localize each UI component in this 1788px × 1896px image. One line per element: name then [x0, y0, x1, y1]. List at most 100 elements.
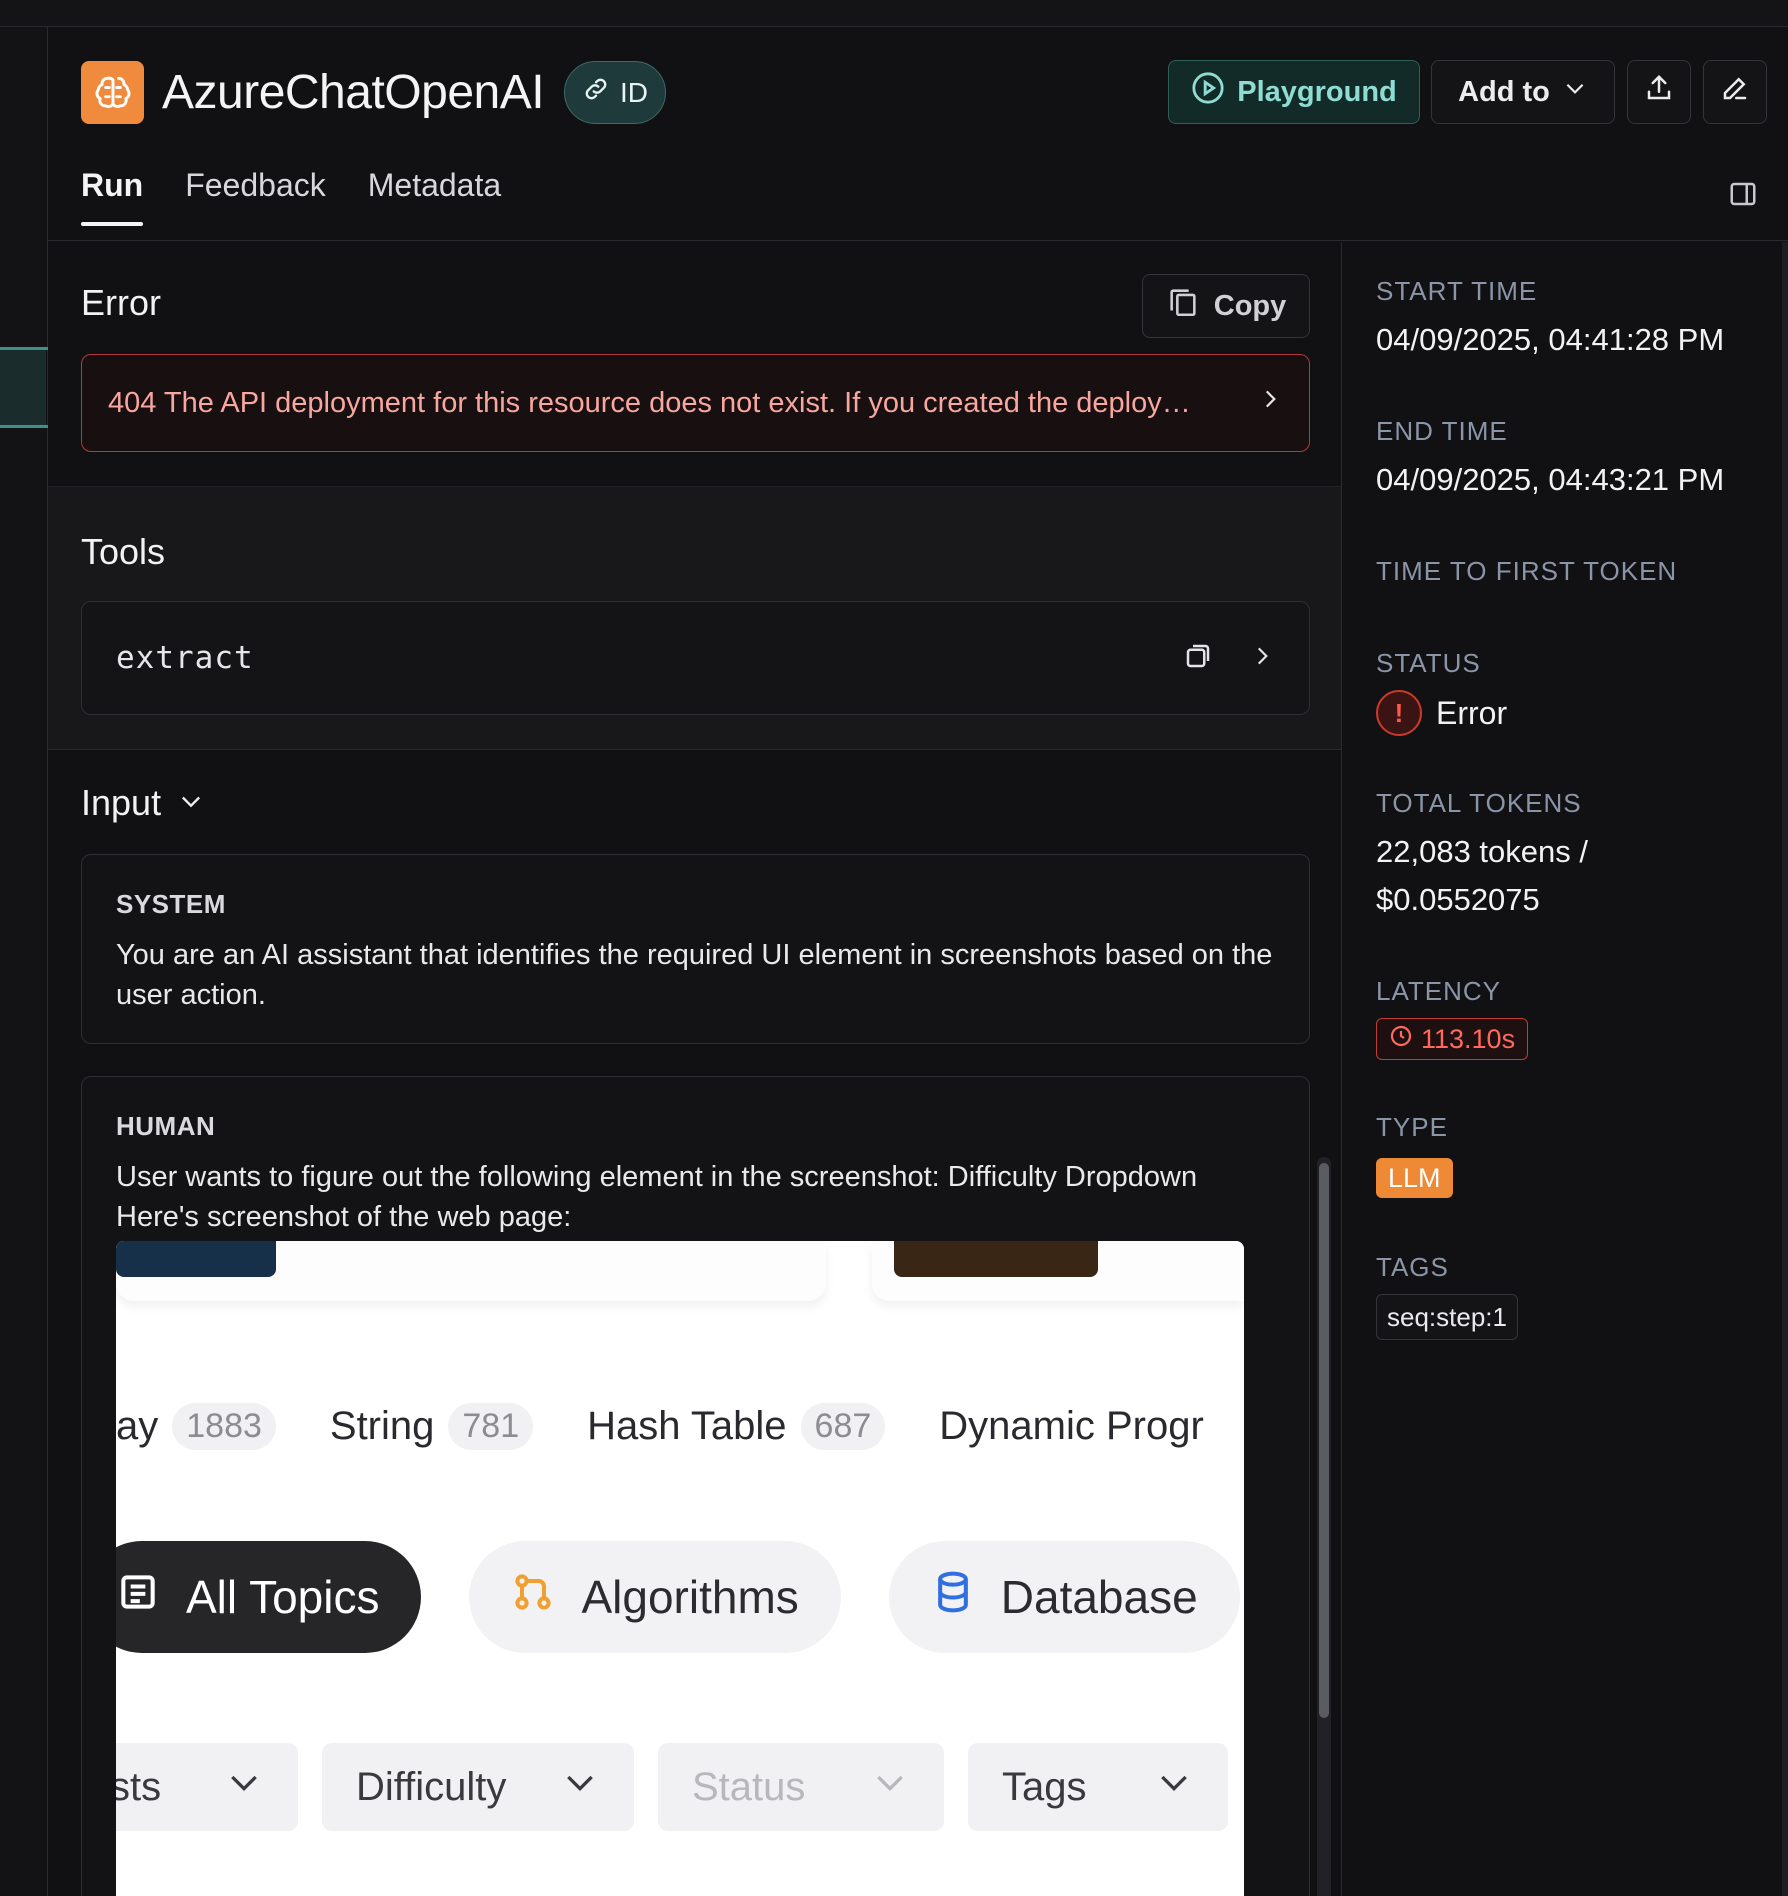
- list-icon: [116, 1570, 160, 1625]
- playground-button[interactable]: Playground: [1168, 60, 1420, 124]
- status-label: STATUS: [1376, 648, 1481, 678]
- sidebar-selected-item[interactable]: [0, 350, 46, 425]
- category-pill: Algorithms: [469, 1541, 841, 1653]
- tab-feedback[interactable]: Feedback: [185, 167, 326, 224]
- latency-badge: 113.10s: [1376, 1018, 1529, 1060]
- tags-label: TAGS: [1376, 1252, 1449, 1282]
- tab-metadata[interactable]: Metadata: [368, 167, 501, 224]
- human-message-text: User wants to figure out the following e…: [116, 1157, 1275, 1237]
- filter-label: Status: [692, 1764, 806, 1809]
- filter-label: Difficulty: [356, 1764, 507, 1809]
- category-pill-label: Algorithms: [581, 1571, 799, 1623]
- filter-dropdown: Tags: [968, 1743, 1228, 1831]
- sidebar-selected-top-border: [0, 347, 48, 350]
- tool-item[interactable]: extract: [81, 601, 1310, 715]
- type-badge: LLM: [1376, 1158, 1453, 1198]
- playground-label: Playground: [1237, 75, 1397, 108]
- error-message-box[interactable]: 404 The API deployment for this resource…: [81, 354, 1310, 452]
- panel-scrollbar[interactable]: [1782, 242, 1788, 1896]
- add-to-button[interactable]: Add to: [1431, 60, 1615, 124]
- tab-run[interactable]: Run: [81, 167, 144, 226]
- topic-tag: Hash Table 687: [587, 1402, 886, 1450]
- total-tokens-label: TOTAL TOKENS: [1376, 788, 1582, 818]
- filter-dropdown: sts: [116, 1743, 298, 1831]
- chevron-down-icon: [560, 1762, 600, 1812]
- chevron-right-icon[interactable]: [1249, 643, 1275, 674]
- filter-label: sts: [116, 1764, 162, 1809]
- copy-label: Copy: [1213, 289, 1287, 322]
- link-icon: [582, 75, 610, 110]
- human-role-label: HUMAN: [116, 1111, 216, 1141]
- add-to-label: Add to: [1458, 75, 1550, 108]
- copy-icon: [1166, 285, 1200, 327]
- topic-tag: String 781: [329, 1402, 534, 1450]
- input-section-toggle[interactable]: Input: [81, 782, 205, 824]
- topic-label: Hash Table: [587, 1403, 787, 1448]
- alert-circle-icon: !: [1376, 690, 1422, 736]
- start-time-value: 04/09/2025, 04:41:28 PM: [1376, 322, 1725, 357]
- screenshot-card-banner: [894, 1241, 1098, 1277]
- chevron-down-icon: [177, 782, 205, 824]
- category-pill: All Topics: [116, 1541, 422, 1653]
- input-section-title: Input: [81, 782, 162, 823]
- type-label: TYPE: [1376, 1112, 1448, 1142]
- end-time-label: END TIME: [1376, 416, 1508, 446]
- embedded-screenshot: ay 1883 String 781 Hash Table 687 Dynami…: [116, 1241, 1244, 1896]
- topic-tag: Dynamic Progr: [939, 1404, 1204, 1449]
- play-circle-icon: [1191, 71, 1225, 113]
- topic-tag-row: ay 1883 String 781 Hash Table 687 Dynami…: [116, 1396, 1244, 1456]
- ttft-label: TIME TO FIRST TOKEN: [1376, 556, 1678, 586]
- topic-tag: ay 1883: [116, 1402, 276, 1450]
- copy-error-button[interactable]: Copy: [1142, 274, 1310, 338]
- latency-value: 113.10s: [1421, 1023, 1516, 1054]
- system-message: SYSTEM You are an AI assistant that iden…: [81, 854, 1310, 1044]
- screenshot-card-banner: [116, 1241, 276, 1277]
- run-header: AzureChatOpenAI ID Playground Add to Run…: [48, 27, 1788, 241]
- topic-label: Dynamic Progr: [939, 1403, 1204, 1448]
- human-message-line: Here's screenshot of the web page:: [116, 1201, 572, 1233]
- category-pill-label: All Topics: [186, 1571, 380, 1623]
- share-button[interactable]: [1627, 60, 1691, 124]
- run-title: AzureChatOpenAI: [162, 66, 545, 119]
- tools-section: Tools extract: [48, 486, 1341, 750]
- run-main-panel: Error Copy 404 The API deployment for th…: [48, 242, 1342, 1896]
- duplicate-icon[interactable]: [1183, 641, 1213, 676]
- latency-label: LATENCY: [1376, 976, 1501, 1006]
- message-scrollbar-thumb[interactable]: [1319, 1163, 1329, 1718]
- database-icon: [931, 1570, 975, 1625]
- tag-chip[interactable]: seq:step:1: [1376, 1294, 1518, 1340]
- filter-dropdown-row: sts Difficulty Status Tags: [116, 1743, 1228, 1831]
- topic-label: String: [329, 1403, 435, 1448]
- chevron-down-icon: [224, 1762, 264, 1812]
- copy-id-button[interactable]: ID: [564, 61, 666, 124]
- run-details-panel: START TIME 04/09/2025, 04:41:28 PM END T…: [1343, 242, 1788, 1896]
- edit-button[interactable]: [1703, 60, 1767, 124]
- difficulty-dropdown: Difficulty: [322, 1743, 634, 1831]
- sidebar-selected-bottom-border: [0, 425, 48, 428]
- start-time-label: START TIME: [1376, 276, 1538, 306]
- filter-label: Tags: [1002, 1764, 1087, 1809]
- chevron-down-icon: [870, 1762, 910, 1812]
- chevron-down-icon: [1562, 75, 1588, 109]
- left-sidebar: [0, 27, 48, 1896]
- topic-count: 687: [800, 1402, 886, 1450]
- topic-label: ay: [116, 1403, 159, 1448]
- topic-count: 1883: [172, 1402, 276, 1450]
- tab-bar: Run Feedback Metadata: [81, 167, 501, 226]
- clock-icon: [1389, 1024, 1413, 1055]
- category-pill: Database: [888, 1541, 1240, 1653]
- brain-logo-icon: [81, 61, 144, 124]
- panel-toggle-icon[interactable]: [1728, 179, 1758, 214]
- system-message-text: You are an AI assistant that identifies …: [116, 939, 1273, 1011]
- category-pill-row: All Topics Algorithms Database: [116, 1541, 1240, 1653]
- tools-section-title: Tools: [81, 531, 166, 572]
- topic-count: 781: [448, 1402, 534, 1450]
- cost-line: $0.0552075: [1376, 882, 1540, 917]
- chevron-down-icon: [1154, 1762, 1194, 1812]
- human-message-line: User wants to figure out the following e…: [116, 1161, 1198, 1193]
- error-message: 404 The API deployment for this resource…: [108, 386, 1191, 419]
- branch-icon: [511, 1570, 555, 1625]
- status-text: Error: [1436, 694, 1508, 731]
- tokens-line: 22,083 tokens /: [1376, 834, 1588, 869]
- chevron-right-icon: [1257, 386, 1283, 420]
